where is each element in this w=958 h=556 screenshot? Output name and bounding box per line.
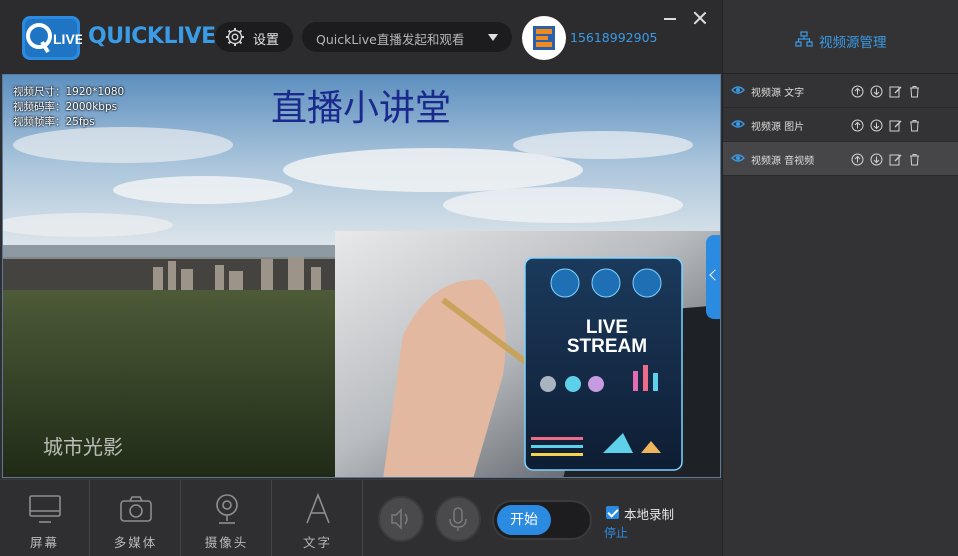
live-preview: LIVE STREAM 视频尺寸：1920*1080 视频码率：2000kbps… <box>2 74 721 478</box>
source-item-actions <box>851 151 951 166</box>
info-bitrate: 视频码率：2000kbps <box>13 101 118 113</box>
tool-text-label: 文字 <box>302 535 332 550</box>
tool-screen-label: 屏幕 <box>29 535 59 550</box>
source-item-actions <box>851 117 951 132</box>
app-logo: LIVE QUICKLIVE <box>22 12 216 62</box>
tool-text[interactable]: 文字 <box>273 480 363 556</box>
logo-badge-icon: LIVE <box>22 16 82 60</box>
stream-info-overlay: 视频尺寸：1920*1080 视频码率：2000kbps 视频帧率：25fps <box>13 85 124 130</box>
user-logo-icon <box>533 26 555 50</box>
speaker-icon <box>391 508 408 530</box>
source-item-name: 视频源 文字 <box>751 88 805 99</box>
stop-link[interactable]: 停止 <box>604 524 628 541</box>
webcam-icon <box>216 494 238 524</box>
sitemap-icon <box>795 31 813 47</box>
microphone-icon <box>449 507 467 531</box>
info-framerate: 视频帧率：25fps <box>13 116 95 128</box>
source-manager-header: 视频源管理 <box>723 0 958 74</box>
gear-icon <box>226 28 244 46</box>
tool-multimedia-label: 多媒体 <box>113 535 158 550</box>
trash-icon[interactable] <box>908 117 921 132</box>
edit-icon[interactable] <box>889 83 902 98</box>
text-icon <box>306 492 330 524</box>
logo-badge-text: LIVE <box>53 31 82 47</box>
local-record-label[interactable]: 本地录制 <box>624 504 674 523</box>
source-item-name: 视频源 音视频 <box>751 156 815 167</box>
logo-text: QUICKLIVE <box>88 24 216 49</box>
tool-webcam-label: 摄像头 <box>204 535 249 550</box>
monitor-icon <box>29 495 61 523</box>
edit-icon[interactable] <box>889 151 902 166</box>
trash-icon[interactable] <box>908 151 921 166</box>
mode-dropdown-value: QuickLive直播发起和观看 <box>316 32 465 47</box>
start-stream-toggle[interactable]: 开始 <box>492 500 592 540</box>
source-manager-title: 视频源管理 <box>819 35 887 51</box>
edit-icon[interactable] <box>889 117 902 132</box>
chevron-down-icon <box>488 34 498 41</box>
watermark-text: 城市光影 <box>43 435 123 459</box>
microphone-button[interactable] <box>435 496 481 542</box>
mode-dropdown[interactable]: QuickLive直播发起和观看 <box>302 22 512 52</box>
source-manager-panel: 视频源管理 视频源 文字 视频源 图片 视频源 音视频 <box>722 0 958 556</box>
move-up-icon[interactable] <box>851 117 864 132</box>
tool-screen[interactable]: 屏幕 <box>0 480 90 556</box>
close-icon[interactable] <box>692 10 708 26</box>
avatar[interactable] <box>522 16 566 60</box>
move-down-icon[interactable] <box>870 83 883 98</box>
camera-icon <box>120 496 152 522</box>
local-record-checkbox[interactable] <box>606 506 619 519</box>
eye-icon[interactable] <box>731 117 745 131</box>
panel-toggle-handle[interactable] <box>706 235 720 319</box>
move-up-icon[interactable] <box>851 151 864 166</box>
eye-icon[interactable] <box>731 151 745 165</box>
source-item-selected[interactable]: 视频源 音视频 <box>723 142 958 176</box>
minimize-icon[interactable] <box>662 10 678 26</box>
settings-label: 设置 <box>253 33 280 48</box>
inset-title-line2: STREAM <box>567 336 647 357</box>
move-down-icon[interactable] <box>870 151 883 166</box>
bottom-toolbar: 屏幕 多媒体 摄像头 文字 开始 本地录制 停止 <box>0 479 722 556</box>
source-item-name: 视频源 图片 <box>751 122 805 133</box>
tool-multimedia[interactable]: 多媒体 <box>91 480 181 556</box>
move-up-icon[interactable] <box>851 83 864 98</box>
inset-title-line1: LIVE <box>586 317 628 338</box>
trash-icon[interactable] <box>908 83 921 98</box>
source-item-actions <box>851 83 951 98</box>
eye-icon[interactable] <box>731 83 745 97</box>
app-window: LIVE QUICKLIVE 设置 QuickLive直播发起和观看 15618… <box>0 0 958 556</box>
source-item[interactable]: 视频源 文字 <box>723 74 958 108</box>
info-resolution: 视频尺寸：1920*1080 <box>13 86 125 98</box>
speaker-button[interactable] <box>378 496 424 542</box>
tool-webcam[interactable]: 摄像头 <box>182 480 272 556</box>
source-item[interactable]: 视频源 图片 <box>723 108 958 142</box>
settings-button[interactable]: 设置 <box>215 22 293 52</box>
title-text-overlay: 直播小讲堂 <box>271 88 452 129</box>
top-bar: LIVE QUICKLIVE 设置 QuickLive直播发起和观看 15618… <box>0 0 722 74</box>
account-phone[interactable]: 15618992905 <box>570 30 657 45</box>
start-button[interactable]: 开始 <box>497 505 551 535</box>
move-down-icon[interactable] <box>870 117 883 132</box>
preview-image: LIVE STREAM <box>3 75 720 477</box>
